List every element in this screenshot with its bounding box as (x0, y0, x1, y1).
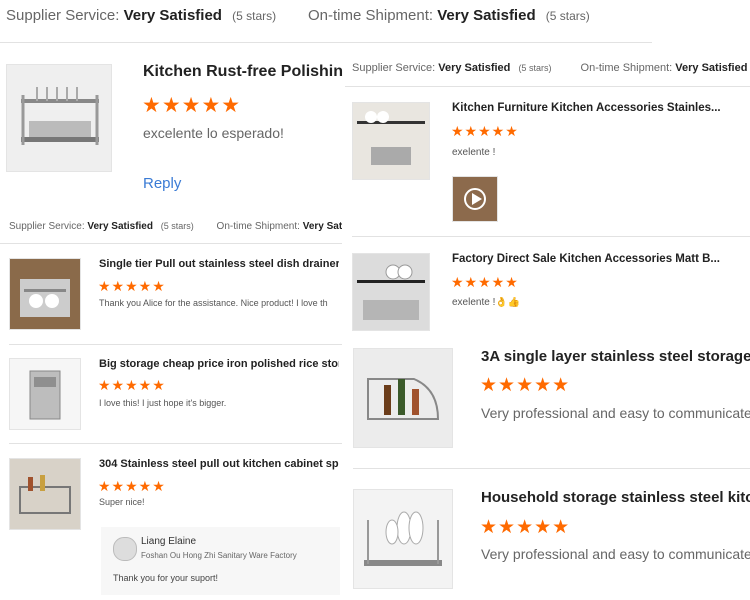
shipment-header-top: On-time Shipment: Very Satisfied (5 star… (308, 7, 590, 24)
rating-stars: ★★★★★ (480, 375, 571, 396)
rating-stars: ★★★★★ (98, 278, 166, 294)
product-thumbnail[interactable] (6, 64, 112, 172)
reply-author-name: Liang Elaine (141, 536, 197, 547)
supplier-service-stars: (5 stars) (518, 63, 552, 73)
supplier-service-stars: (5 stars) (232, 9, 277, 23)
shipment-label: On-time Shipment: (216, 221, 300, 232)
review-comment: Super nice! (99, 497, 145, 507)
review-product-title[interactable]: Kitchen Furniture Kitchen Accessories St… (452, 102, 742, 114)
cabinet-basket-image (10, 459, 80, 529)
shipment-stars: (5 stars) (545, 9, 590, 23)
review-comment: Very professional and easy to communicat… (481, 405, 750, 421)
shipment-value: Very Satisfied (675, 62, 748, 74)
supplier-reply-box: Liang Elaine Foshan Ou Hong Zhi Sanitary… (101, 527, 340, 595)
divider (0, 42, 652, 43)
reply-message: Thank you for your suport! (113, 573, 219, 583)
product-thumbnail[interactable] (353, 348, 453, 448)
supplier-service-label: Supplier Service: (352, 62, 436, 74)
divider (352, 236, 750, 237)
review-product-title[interactable]: 304 Stainless steel pull out kitchen cab… (99, 458, 339, 470)
review-comment: Very professional and easy to communicat… (481, 546, 750, 562)
product-thumbnail[interactable] (353, 489, 453, 589)
divider (9, 344, 342, 345)
review-video-thumbnail[interactable] (452, 176, 498, 222)
supplier-service-value: Very Satisfied (438, 62, 511, 74)
shipment-value: Very Satisfied (302, 221, 342, 232)
review-comment: excelente lo esperado! (143, 125, 284, 141)
rating-stars: ★★★★★ (142, 94, 242, 117)
shipment-value: Very Satisfied (437, 7, 536, 24)
review-product-title[interactable]: Factory Direct Sale Kitchen Accessories … (452, 253, 742, 265)
sink-rack-image (353, 103, 429, 179)
supplier-service-label: Supplier Service: (9, 221, 85, 232)
divider (0, 243, 342, 244)
product-thumbnail[interactable] (9, 458, 81, 530)
rating-header-left: Supplier Service: Very Satisfied (5 star… (9, 221, 342, 232)
supplier-service-value: Very Satisfied (87, 221, 153, 232)
review-comment: exelente ! (452, 147, 496, 158)
reply-company: Foshan Ou Hong Zhi Sanitary Ware Factory (141, 551, 297, 560)
divider (353, 468, 750, 469)
over-sink-rack-image (353, 254, 429, 330)
avatar (113, 537, 137, 561)
rating-header-right: Supplier Service: Very Satisfied (5 star… (352, 62, 750, 74)
shipment-label: On-time Shipment: (308, 7, 434, 24)
review-product-title[interactable]: Single tier Pull out stainless steel dis… (99, 258, 339, 270)
divider (345, 86, 750, 87)
rating-stars: ★★★★★ (480, 517, 571, 538)
dish-rack-image (7, 65, 111, 171)
corner-shelf-image (354, 349, 452, 447)
rating-stars: ★★★★★ (451, 274, 519, 290)
rating-stars: ★★★★★ (451, 123, 519, 139)
rice-storage-image (10, 359, 80, 429)
rating-header-top: Supplier Service: Very Satisfied (5 star… (6, 7, 276, 24)
divider (9, 443, 342, 444)
play-icon (453, 177, 497, 221)
reply-link[interactable]: Reply (143, 175, 181, 192)
product-thumbnail[interactable] (9, 358, 81, 430)
shipment-label: On-time Shipment: (580, 62, 673, 74)
supplier-service-value: Very Satisfied (123, 7, 222, 24)
review-comment: exelente !👌👍 (452, 297, 521, 308)
review-product-title[interactable]: 3A single layer stainless steel storage (481, 348, 750, 365)
supplier-service-label: Supplier Service: (6, 7, 120, 24)
pull-out-drainer-image (10, 259, 80, 329)
product-thumbnail[interactable] (352, 102, 430, 180)
plate-rack-image (354, 490, 452, 588)
product-thumbnail[interactable] (9, 258, 81, 330)
supplier-service-stars: (5 stars) (160, 221, 194, 231)
rating-stars: ★★★★★ (98, 478, 166, 494)
review-product-title[interactable]: Big storage cheap price iron polished ri… (99, 358, 339, 370)
review-comment: I love this! I just hope it's bigger. (99, 398, 227, 408)
review-comment: Thank you Alice for the assistance. Nice… (99, 298, 328, 308)
review-product-title[interactable]: Household storage stainless steel kitch (481, 489, 750, 506)
review-product-title[interactable]: Kitchen Rust-free Polishing (143, 63, 343, 81)
rating-stars: ★★★★★ (98, 377, 166, 393)
product-thumbnail[interactable] (352, 253, 430, 331)
